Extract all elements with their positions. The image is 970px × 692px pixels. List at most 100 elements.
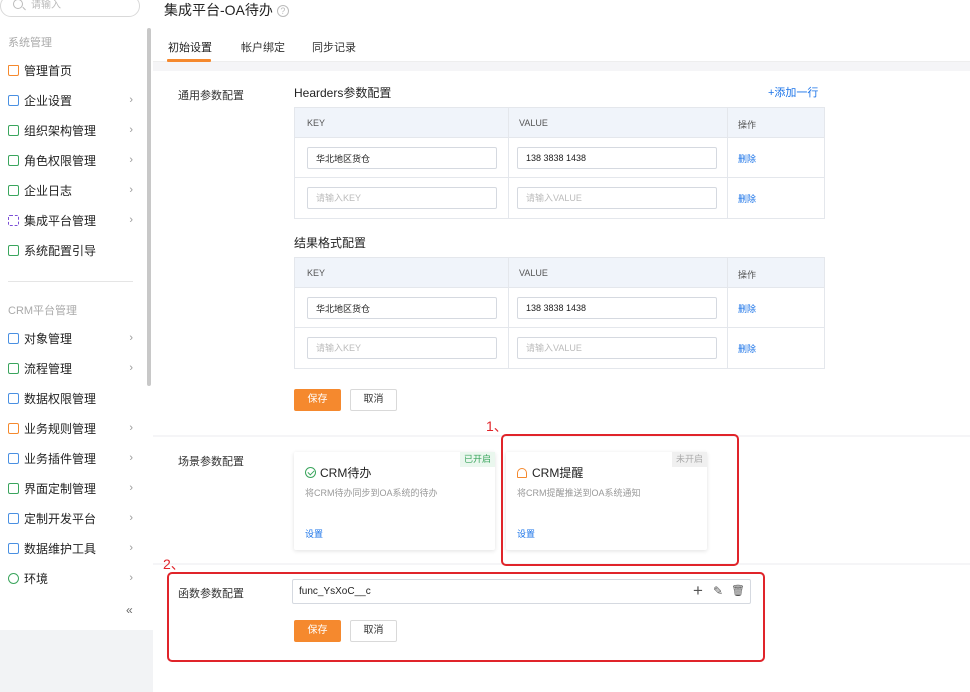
add-row-button[interactable]: +添加一行 (768, 84, 818, 100)
scene-config-label: 场景参数配置 (178, 456, 244, 468)
delete-row-link[interactable]: 删除 (738, 152, 756, 165)
sidebar-item-process[interactable]: 流程管理 › (0, 353, 145, 383)
value-input[interactable] (517, 337, 717, 359)
column-divider (508, 258, 509, 287)
sidebar-item-rules[interactable]: 业务规则管理 › (0, 413, 145, 443)
delete-row-link[interactable]: 删除 (738, 192, 756, 205)
search-input[interactable] (31, 0, 131, 13)
sidebar-item-roles[interactable]: 角色权限管理 › (0, 145, 145, 175)
tab-sync-records[interactable]: 同步记录 (312, 39, 356, 55)
highlight-box-2 (167, 572, 765, 662)
general-config-label: 通用参数配置 (178, 90, 244, 102)
headers-config-title: Hearders参数配置 (294, 86, 392, 100)
value-input[interactable] (517, 187, 717, 209)
page-title: 集成平台-OA待办? (164, 0, 289, 20)
column-divider (508, 108, 509, 137)
org-tree-icon (8, 124, 19, 136)
sidebar: 系统管理 管理首页 企业设置 › 组织架构管理 › 角色权限管理 › 企业日志 › 集成… (0, 0, 153, 692)
key-input[interactable] (307, 147, 497, 169)
section-title-system: 系统管理 (8, 37, 52, 49)
tab-initial-settings[interactable]: 初始设置 (168, 39, 212, 55)
sidebar-item-data-tools[interactable]: 数据维护工具 › (0, 533, 145, 563)
sidebar-item-dev-platform[interactable]: 定制开发平台 › (0, 503, 145, 533)
sidebar-item-integration[interactable]: 集成平台管理 › (0, 205, 145, 235)
id-card-icon (8, 154, 19, 166)
scene-card-title-text: CRM待办 (320, 466, 372, 480)
scene-settings-link[interactable]: 设置 (305, 527, 323, 540)
chevron-right-icon: › (129, 542, 133, 554)
delete-row-link[interactable]: 删除 (738, 302, 756, 315)
sidebar-item-label: 业务规则管理 (24, 421, 97, 436)
annotation-label-2: 2、 (163, 556, 185, 572)
tab-account-binding[interactable]: 帐户绑定 (241, 39, 285, 55)
sidebar-item-label: 角色权限管理 (24, 153, 97, 168)
main-content: 集成平台-OA待办? 初始设置 帐户绑定 同步记录 通用参数配置 Hearder… (153, 0, 970, 692)
chip-icon (8, 214, 19, 226)
scene-card-crm-todo[interactable]: CRM待办 将CRM待办同步到OA系统的待办 设置 已开启 (294, 452, 495, 550)
scene-card-title: CRM待办 (305, 464, 371, 481)
chevron-right-icon: › (129, 124, 133, 136)
footer-area (153, 657, 970, 692)
sidebar-item-label: 系统配置引导 (24, 243, 97, 258)
column-header-value: VALUE (519, 268, 548, 278)
save-button[interactable]: 保存 (294, 389, 341, 411)
table-header: KEY VALUE 操作 (295, 258, 824, 288)
section-title-crm: CRM平台管理 (8, 305, 78, 317)
key-input[interactable] (307, 337, 497, 359)
sidebar-item-plugins[interactable]: 业务插件管理 › (0, 443, 145, 473)
sidebar-scrollbar[interactable] (147, 28, 151, 386)
column-divider (727, 108, 728, 137)
table-row: 删除 (295, 178, 824, 218)
key-input[interactable] (307, 297, 497, 319)
layout-icon (8, 482, 19, 494)
flow-icon (8, 362, 19, 374)
collapse-sidebar-button[interactable]: « (126, 603, 133, 617)
table-row: 删除 (295, 288, 824, 328)
sidebar-item-home[interactable]: 管理首页 (0, 55, 145, 85)
column-divider (727, 258, 728, 287)
chevron-right-icon: › (129, 214, 133, 226)
column-header-key: KEY (307, 118, 326, 128)
help-icon[interactable]: ? (276, 5, 289, 17)
search-icon (13, 0, 23, 9)
sidebar-item-label: 企业日志 (24, 183, 73, 198)
environment-icon (8, 572, 19, 584)
sidebar-item-label: 业务插件管理 (24, 451, 97, 466)
cancel-button[interactable]: 取消 (350, 389, 397, 411)
column-header-value: VALUE (519, 118, 548, 128)
sidebar-footer (0, 630, 153, 692)
column-divider (508, 288, 509, 327)
sidebar-item-logs[interactable]: 企业日志 › (0, 175, 145, 205)
sidebar-item-data-permission[interactable]: 数据权限管理 (0, 383, 145, 413)
result-format-title: 结果格式配置 (294, 236, 367, 250)
cube-icon (8, 332, 19, 344)
sidebar-item-ui-custom[interactable]: 界面定制管理 › (0, 473, 145, 503)
delete-row-link[interactable]: 删除 (738, 342, 756, 355)
check-circle-icon (305, 467, 316, 478)
sidebar-item-objects[interactable]: 对象管理 › (0, 323, 145, 353)
chevron-right-icon: › (129, 94, 133, 106)
sidebar-item-label: 管理首页 (24, 63, 73, 78)
column-divider (508, 138, 509, 177)
tab-bar: 初始设置 帐户绑定 同步记录 (153, 28, 970, 62)
table-row: 删除 (295, 328, 824, 368)
sidebar-item-label: 对象管理 (24, 331, 73, 346)
sidebar-item-company-settings[interactable]: 企业设置 › (0, 85, 145, 115)
sidebar-item-org[interactable]: 组织架构管理 › (0, 115, 145, 145)
value-input[interactable] (517, 297, 717, 319)
search-box[interactable] (0, 0, 140, 17)
chevron-right-icon: › (129, 482, 133, 494)
sidebar-item-label: 数据权限管理 (24, 391, 97, 406)
chevron-right-icon: › (129, 362, 133, 374)
bar-chart-icon (8, 542, 19, 554)
sidebar-item-config-guide[interactable]: 系统配置引导 (0, 235, 145, 265)
page-title-text: 集成平台-OA待办 (164, 2, 273, 18)
puzzle-icon (8, 452, 19, 464)
sidebar-item-environment[interactable]: 环境 › (0, 563, 145, 593)
key-input[interactable] (307, 187, 497, 209)
value-input[interactable] (517, 147, 717, 169)
log-icon (8, 184, 19, 196)
column-header-op: 操作 (738, 270, 757, 280)
signpost-icon (8, 244, 19, 256)
sidebar-item-label: 定制开发平台 (24, 511, 97, 526)
